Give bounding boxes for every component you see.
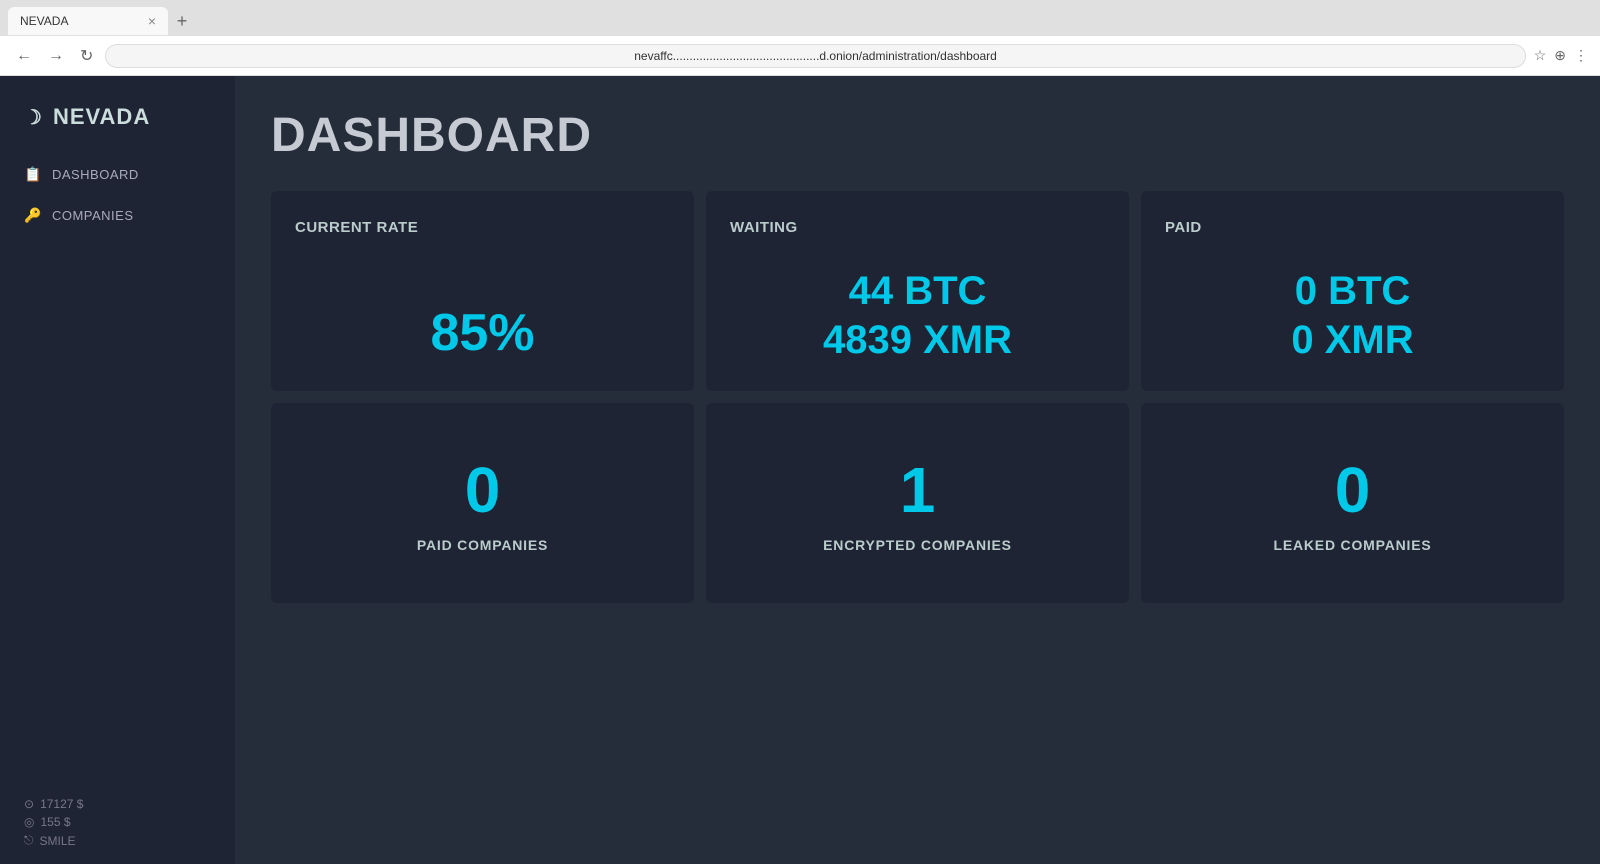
encrypted-companies-number: 1	[900, 453, 936, 527]
address-icons: ☆ ⊕ ⋮	[1534, 47, 1588, 64]
new-tab-button[interactable]: +	[168, 7, 196, 35]
xmr-value: 155 $	[40, 815, 70, 829]
waiting-label: WAITING	[730, 219, 798, 236]
tab-close-button[interactable]: ×	[148, 13, 156, 29]
dashboard-icon: 📋	[24, 166, 42, 183]
paid-companies-card: 0 PAID COMPANIES	[271, 403, 694, 603]
menu-icon[interactable]: ⋮	[1574, 47, 1588, 64]
leaked-companies-number: 0	[1335, 453, 1371, 527]
sidebar-logo: ☽ NEVADA	[0, 76, 235, 154]
sidebar-footer: ⊙ 17127 $ ◎ 155 $ ⎋ SMILE	[0, 781, 235, 864]
cards-grid-row1: CURRENT RATE 85% WAITING 44 BTC 4839 XMR…	[271, 191, 1564, 391]
app-container: ☽ NEVADA 📋 DASHBOARD 🔑 COMPANIES ⊙ 17127…	[0, 76, 1600, 864]
waiting-btc: 44 BTC	[849, 269, 987, 314]
encrypted-companies-label: ENCRYPTED COMPANIES	[823, 537, 1012, 553]
paid-btc: 0 BTC	[1295, 269, 1411, 314]
sidebar-item-companies-label: COMPANIES	[52, 208, 134, 223]
moon-icon: ☽	[24, 105, 43, 130]
cards-grid-row2: 0 PAID COMPANIES 1 ENCRYPTED COMPANIES 0…	[271, 403, 1564, 603]
footer-row-btc: ⊙ 17127 $	[24, 797, 211, 811]
paid-label: PAID	[1165, 219, 1202, 236]
encrypted-companies-card: 1 ENCRYPTED COMPANIES	[706, 403, 1129, 603]
sidebar-nav: 📋 DASHBOARD 🔑 COMPANIES	[0, 154, 235, 781]
tab-bar: NEVADA × +	[0, 0, 1600, 36]
footer-row-smile: ⎋ SMILE	[24, 833, 211, 848]
back-button[interactable]: ←	[12, 45, 36, 67]
smile-label: SMILE	[40, 834, 76, 848]
paid-companies-label: PAID COMPANIES	[417, 537, 548, 553]
current-rate-label: CURRENT RATE	[295, 219, 418, 236]
active-tab[interactable]: NEVADA ×	[8, 7, 168, 35]
star-icon[interactable]: ☆	[1534, 47, 1547, 64]
btc-icon: ⊙	[24, 797, 34, 811]
waiting-card: WAITING 44 BTC 4839 XMR	[706, 191, 1129, 391]
current-rate-card: CURRENT RATE 85%	[271, 191, 694, 391]
sidebar-item-companies[interactable]: 🔑 COMPANIES	[0, 195, 235, 236]
companies-icon: 🔑	[24, 207, 42, 224]
btc-value: 17127 $	[40, 797, 83, 811]
paid-card: PAID 0 BTC 0 XMR	[1141, 191, 1564, 391]
refresh-button[interactable]: ↻	[76, 44, 97, 68]
footer-row-xmr: ◎ 155 $	[24, 815, 211, 829]
waiting-values: 44 BTC 4839 XMR	[730, 269, 1105, 363]
sidebar: ☽ NEVADA 📋 DASHBOARD 🔑 COMPANIES ⊙ 17127…	[0, 76, 235, 864]
sidebar-item-dashboard[interactable]: 📋 DASHBOARD	[0, 154, 235, 195]
leaked-companies-card: 0 LEAKED COMPANIES	[1141, 403, 1564, 603]
tab-title: NEVADA	[20, 14, 68, 28]
address-input[interactable]: nevaffc.................................…	[105, 44, 1525, 68]
paid-values: 0 BTC 0 XMR	[1165, 269, 1540, 363]
xmr-icon: ◎	[24, 815, 34, 829]
forward-button[interactable]: →	[44, 45, 68, 67]
current-rate-value: 85%	[295, 303, 670, 363]
smile-icon: ⎋	[24, 833, 34, 848]
logo-text: NEVADA	[53, 104, 150, 130]
main-content: DASHBOARD CURRENT RATE 85% WAITING 44 BT…	[235, 76, 1600, 864]
sidebar-item-dashboard-label: DASHBOARD	[52, 167, 139, 182]
shield-icon: ⊕	[1554, 47, 1566, 64]
browser-chrome: NEVADA × + ← → ↻ nevaffc................…	[0, 0, 1600, 76]
paid-companies-number: 0	[465, 453, 501, 527]
paid-xmr: 0 XMR	[1291, 318, 1413, 363]
leaked-companies-label: LEAKED COMPANIES	[1274, 537, 1432, 553]
waiting-xmr: 4839 XMR	[823, 318, 1012, 363]
page-title: DASHBOARD	[271, 108, 1564, 163]
address-bar: ← → ↻ nevaffc...........................…	[0, 36, 1600, 76]
